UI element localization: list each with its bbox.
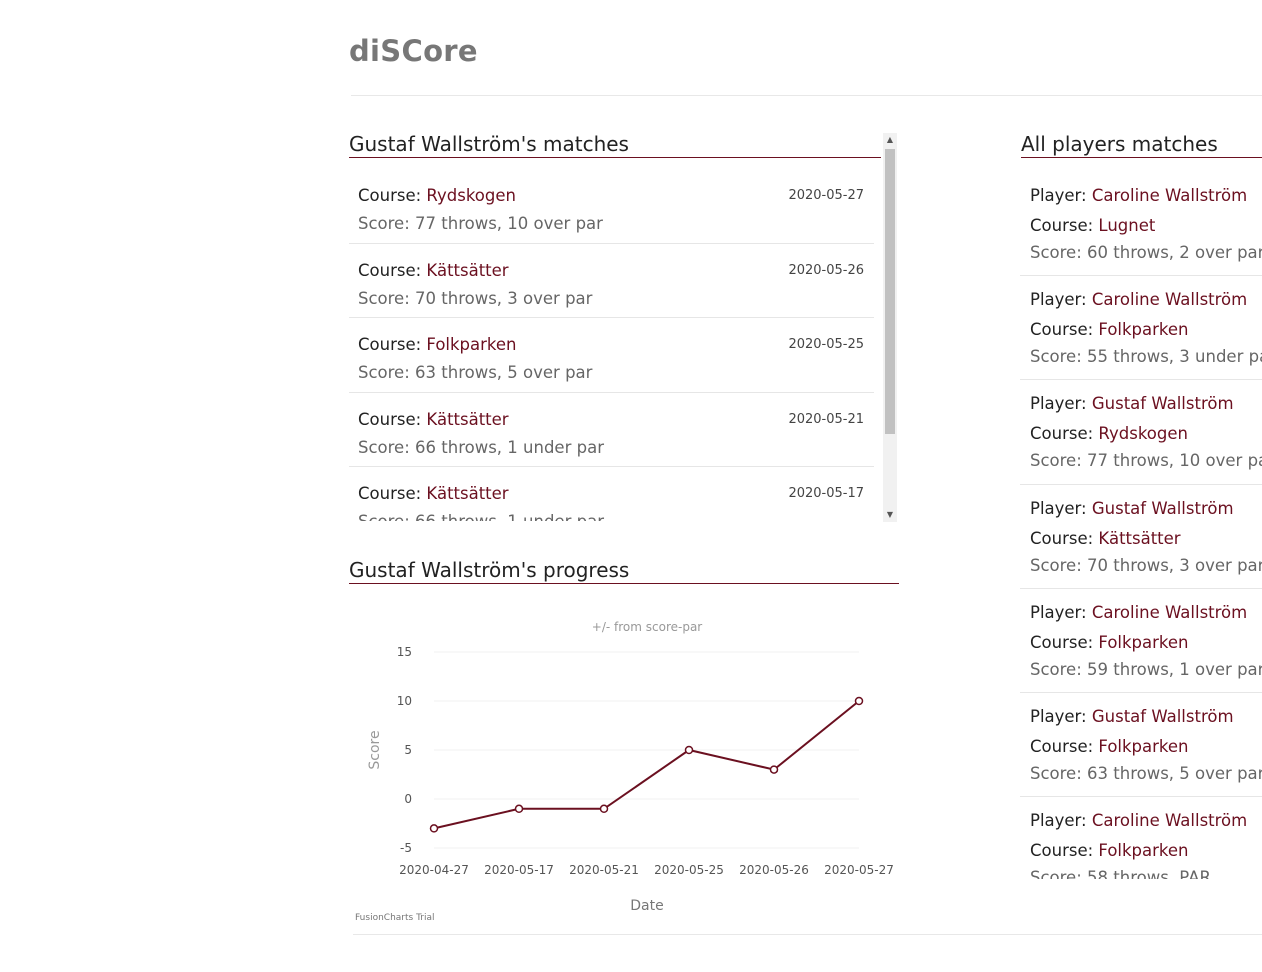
match-course: Course: Kättsätter	[358, 409, 509, 429]
x-axis-label: Date	[630, 898, 663, 914]
x-tick-label: 2020-05-21	[569, 863, 639, 877]
x-tick-label: 2020-04-27	[399, 863, 469, 877]
data-point	[854, 696, 864, 706]
scroll-thumb[interactable]	[885, 149, 895, 434]
y-tick-label: -5	[400, 841, 412, 855]
player-course: Course: Kättsätter	[1030, 528, 1181, 548]
player-name: Player: Gustaf Wallström	[1030, 394, 1234, 414]
match-course: Course: Rydskogen	[358, 186, 516, 205]
series-line	[433, 700, 860, 830]
header-divider	[351, 95, 1262, 96]
match-course: Course: Kättsätter	[358, 260, 509, 280]
match-date: 2020-05-27	[788, 188, 864, 203]
data-point	[429, 824, 439, 833]
player-score: Score: 60 throws, 2 over par	[1030, 243, 1262, 262]
chart-watermark: FusionCharts Trial	[355, 913, 435, 923]
player-score: Score: 70 throws, 3 over par	[1030, 555, 1262, 575]
match-score: Score: 66 throws, 1 under par	[358, 437, 604, 457]
player-score: Score: 55 throws, 3 under par	[1030, 347, 1262, 367]
match-course: Course: Folkparken	[358, 335, 517, 354]
player-course: Course: Folkparken	[1030, 320, 1189, 340]
player-score: Score: 63 throws, 5 over par	[1030, 763, 1262, 783]
match-date: 2020-05-17	[788, 486, 864, 501]
scroll-up-arrow-icon[interactable]: ▲	[883, 133, 897, 147]
match-date: 2020-05-21	[788, 411, 864, 427]
y-tick-label: 5	[404, 743, 412, 757]
y-axis-label: Score	[367, 730, 383, 769]
player-course: Course: Rydskogen	[1030, 424, 1188, 444]
match-date: 2020-05-26	[788, 262, 864, 278]
progress-chart: +/- from score-par 15 10 5 0 -5 2020-04-27 202…	[349, 600, 899, 930]
player-name: Player: Gustaf Wallström	[1030, 498, 1234, 518]
x-tick-label: 2020-05-27	[824, 863, 894, 877]
progress-chart-svg: 15 10 5 0 -5 2020-04-27 2020-05-17 2020-05-21 20…	[367, 645, 894, 914]
match-item[interactable]: Course: Kättsätter Score: 66 throws, 1 u…	[349, 467, 874, 521]
data-point	[684, 745, 694, 755]
match-item[interactable]: Course: Rydskogen Score: 77 throws, 10 o…	[349, 169, 874, 244]
x-tick-label: 2020-05-17	[484, 863, 554, 877]
match-course: Course: Kättsätter	[358, 484, 509, 503]
player-score: Score: 58 throws, PAR	[1030, 868, 1211, 879]
footer-divider	[353, 934, 1262, 935]
data-point	[769, 765, 779, 774]
player-name: Player: Caroline Wallström	[1030, 186, 1248, 205]
progress-title: Gustaf Wallström's progress	[349, 558, 899, 584]
player-name: Player: Caroline Wallström	[1030, 290, 1248, 310]
match-item[interactable]: Course: Folkparken Score: 63 throws, 5 o…	[349, 318, 874, 393]
player-match-item[interactable]: Player: Gustaf Wallström Course: Rydskog…	[1020, 380, 1262, 485]
player-course: Course: Folkparken	[1030, 632, 1189, 652]
player-match-item[interactable]: Player: Gustaf Wallström Course: Kättsät…	[1020, 485, 1262, 589]
match-score: Score: 77 throws, 10 over par	[358, 214, 603, 233]
my-matches-title: Gustaf Wallström's matches	[349, 132, 881, 158]
player-score: Score: 77 throws, 10 over par	[1030, 451, 1262, 471]
x-tick-label: 2020-05-25	[654, 863, 724, 877]
player-name: Player: Caroline Wallström	[1030, 602, 1248, 622]
player-match-item[interactable]: Player: Gustaf Wallström Course: Folkpar…	[1020, 693, 1262, 798]
matches-scrollbar[interactable]: ▲ ▼	[883, 133, 897, 522]
y-tick-label: 15	[397, 645, 412, 659]
y-tick-label: 10	[397, 694, 412, 708]
match-score: Score: 70 throws, 3 over par	[358, 288, 593, 308]
player-score: Score: 59 throws, 1 over par	[1030, 659, 1262, 679]
match-item[interactable]: Course: Kättsätter Score: 70 throws, 3 o…	[349, 244, 874, 318]
player-match-item[interactable]: Player: Caroline Wallström Course: Lugne…	[1020, 172, 1262, 277]
data-point	[599, 804, 609, 814]
player-name: Player: Caroline Wallström	[1030, 811, 1248, 831]
player-name: Player: Gustaf Wallström	[1030, 706, 1234, 726]
player-course: Course: Folkparken	[1030, 736, 1189, 756]
player-course: Course: Lugnet	[1030, 216, 1156, 235]
match-date: 2020-05-25	[788, 337, 864, 352]
app-brand[interactable]: diSCore	[349, 34, 478, 68]
player-match-item[interactable]: Player: Caroline Wallström Course: Folkp…	[1020, 589, 1262, 693]
scroll-down-arrow-icon[interactable]: ▼	[883, 508, 897, 522]
player-match-item[interactable]: Player: Caroline Wallström Course: Folkp…	[1020, 797, 1262, 879]
my-matches-list[interactable]: Course: Rydskogen Score: 77 throws, 10 o…	[349, 169, 874, 521]
all-matches-list[interactable]: Player: Caroline Wallström Course: Lugne…	[1020, 172, 1262, 879]
match-item[interactable]: Course: Kättsätter Score: 66 throws, 1 u…	[349, 393, 874, 467]
all-matches-title: All players matches	[1021, 132, 1262, 158]
match-score: Score: 63 throws, 5 over par	[358, 363, 593, 382]
player-course: Course: Folkparken	[1030, 841, 1189, 861]
x-tick-label: 2020-05-26	[739, 863, 809, 877]
player-match-item[interactable]: Player: Caroline Wallström Course: Folkp…	[1020, 276, 1262, 381]
y-tick-label: 0	[404, 792, 412, 806]
match-score: Score: 66 throws, 1 under par	[358, 512, 604, 521]
data-point	[514, 804, 524, 814]
